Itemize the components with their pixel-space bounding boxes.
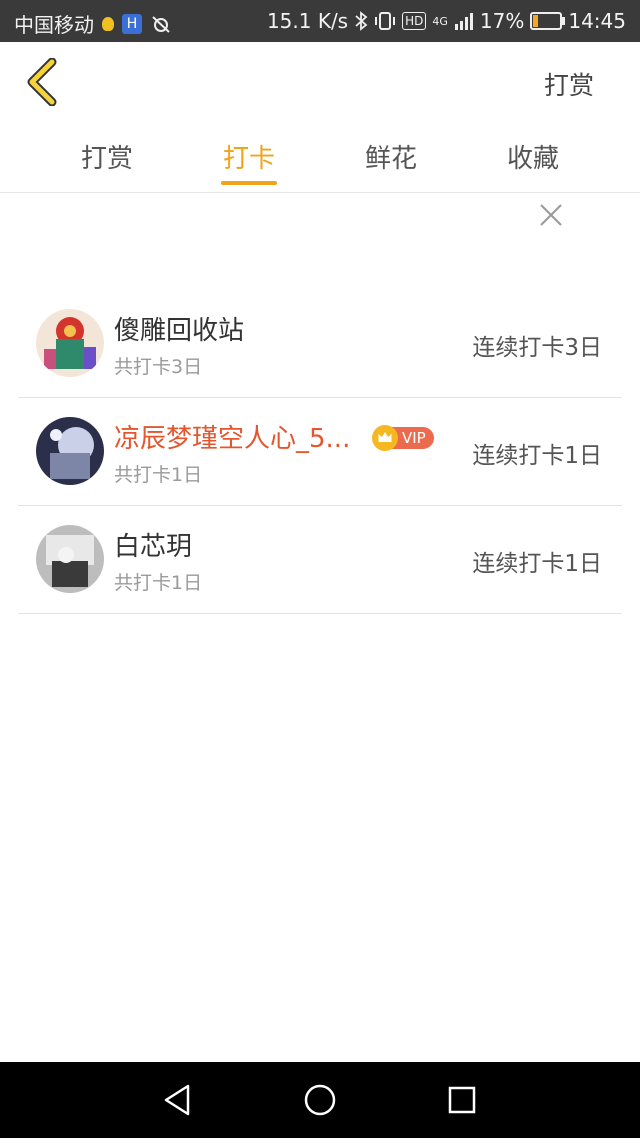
tab-favorites[interactable]: 收藏 <box>473 138 593 175</box>
tab-label: 打赏 <box>80 144 133 174</box>
list-item[interactable]: 凉辰梦瑾空人心_5... VIP 共打卡1日 连续打卡1日 <box>18 398 622 506</box>
tab-label: 鲜花 <box>364 144 417 174</box>
carrier-label: 中国移动 <box>14 13 94 37</box>
back-button[interactable] <box>22 57 66 107</box>
avatar[interactable] <box>36 525 104 593</box>
system-nav-bar <box>0 1062 640 1138</box>
network-type: 4G <box>432 14 448 28</box>
battery-icon <box>530 12 566 30</box>
streak-checkins: 连续打卡3日 <box>472 335 602 361</box>
header: 打赏 <box>0 42 640 120</box>
nav-home-button[interactable] <box>302 1082 338 1118</box>
checkin-list: 傻雕回收站 共打卡3日 连续打卡3日 凉辰梦瑾空人心_5... VIP 共打卡1… <box>18 290 622 614</box>
streak-checkins: 连续打卡1日 <box>472 443 602 469</box>
streak-checkins: 连续打卡1日 <box>472 551 602 577</box>
tab-label: 收藏 <box>506 144 559 174</box>
reward-action-button[interactable]: 打赏 <box>544 66 594 102</box>
clock: 14:45 <box>568 9 626 33</box>
tab-indicator <box>221 181 277 185</box>
user-name: 凉辰梦瑾空人心_5... <box>114 424 351 454</box>
hd-badge: HD <box>402 12 427 30</box>
tab-label: 打卡 <box>222 144 275 174</box>
tab-checkin[interactable]: 打卡 <box>189 138 309 185</box>
vip-badge: VIP <box>372 425 434 451</box>
tab-bar: 打赏 打卡 鲜花 收藏 <box>0 120 640 193</box>
signal-icon <box>454 13 473 30</box>
status-bar: 中国移动 H 15.1 K/s HD 4G 17% 14:45 <box>0 0 640 42</box>
alarm-off-icon <box>152 15 170 33</box>
back-triangle-icon <box>164 1084 190 1116</box>
total-checkins: 共打卡1日 <box>114 572 203 594</box>
crown-icon <box>372 425 398 451</box>
avatar[interactable] <box>36 417 104 485</box>
network-speed: 15.1 K/s <box>266 9 349 33</box>
h-app-icon: H <box>122 13 142 34</box>
close-icon <box>540 204 562 226</box>
tab-reward[interactable]: 打赏 <box>47 138 167 175</box>
avatar[interactable] <box>36 309 104 377</box>
vibrate-icon <box>375 12 396 30</box>
total-checkins: 共打卡3日 <box>114 356 203 378</box>
tab-flowers[interactable]: 鲜花 <box>331 138 451 175</box>
user-name: 傻雕回收站 <box>114 316 245 346</box>
nav-back-button[interactable] <box>160 1082 196 1118</box>
bluetooth-icon <box>355 11 368 31</box>
user-name: 白芯玥 <box>114 532 193 562</box>
list-item[interactable]: 白芯玥 共打卡1日 连续打卡1日 <box>18 506 622 614</box>
battery-percent: 17% <box>479 9 525 33</box>
list-item[interactable]: 傻雕回收站 共打卡3日 连续打卡3日 <box>18 290 622 398</box>
lightbulb-icon <box>102 16 114 31</box>
nav-recents-button[interactable] <box>444 1082 480 1118</box>
close-button[interactable] <box>536 200 566 230</box>
recents-square-icon <box>448 1086 476 1114</box>
chevron-left-icon <box>27 57 57 107</box>
home-circle-icon <box>304 1084 336 1116</box>
total-checkins: 共打卡1日 <box>114 464 203 486</box>
